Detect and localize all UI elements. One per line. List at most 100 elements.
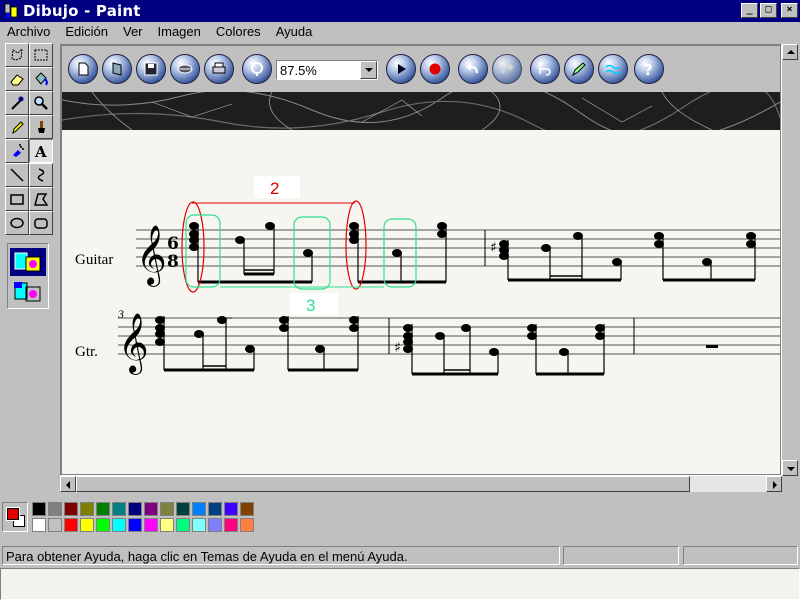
notation-icon[interactable]	[530, 54, 560, 84]
menu-ver[interactable]: Ver	[116, 22, 151, 42]
scroll-right-button[interactable]	[766, 476, 782, 492]
play-icon[interactable]	[386, 54, 416, 84]
svg-text:♯: ♯	[394, 340, 401, 356]
color-swatch[interactable]	[208, 518, 222, 532]
color-swatch[interactable]	[80, 502, 94, 516]
tuner-icon[interactable]	[242, 54, 272, 84]
time-sig-bottom: 8	[167, 252, 179, 272]
brush-icon[interactable]	[29, 115, 53, 139]
minimize-button[interactable]: _	[741, 3, 758, 18]
vertical-scrollbar[interactable]	[782, 44, 798, 476]
polygon-icon[interactable]	[29, 187, 53, 211]
chevron-down-icon[interactable]	[360, 61, 377, 79]
record-icon[interactable]	[420, 54, 450, 84]
color-swatch[interactable]	[224, 518, 238, 532]
measure-number: 3	[117, 307, 124, 321]
waves-icon[interactable]	[598, 54, 628, 84]
airbrush-icon[interactable]	[5, 139, 29, 163]
scroll-track[interactable]	[690, 476, 766, 492]
color-swatch[interactable]	[64, 502, 78, 516]
bottom-panel	[0, 568, 800, 600]
color-swatch[interactable]	[160, 518, 174, 532]
current-colors[interactable]	[2, 502, 28, 532]
score-svg: 𝄞 𝄞 6 8 Guitar Gtr. 3 ♯ ♯ 2 3	[75, 176, 780, 376]
color-swatch[interactable]	[96, 502, 110, 516]
color-swatch[interactable]	[208, 502, 222, 516]
print-icon[interactable]	[170, 54, 200, 84]
zoom-select[interactable]: 87.5%	[276, 60, 378, 80]
color-swatch[interactable]	[240, 502, 254, 516]
color-swatch[interactable]	[112, 518, 126, 532]
text-icon[interactable]: A	[29, 139, 53, 163]
help-icon[interactable]: ?	[634, 54, 664, 84]
color-swatch[interactable]	[32, 518, 46, 532]
color-swatch[interactable]	[176, 502, 190, 516]
rect-select-icon[interactable]	[29, 43, 53, 67]
scroll-left-button[interactable]	[60, 476, 76, 492]
color-swatch[interactable]	[144, 518, 158, 532]
print-preview-icon[interactable]	[204, 54, 234, 84]
rectangle-icon[interactable]	[5, 187, 29, 211]
scroll-thumb[interactable]	[76, 476, 690, 492]
free-select-icon[interactable]	[5, 43, 29, 67]
menu-edicion[interactable]: Edición	[58, 22, 116, 42]
undo-icon[interactable]	[458, 54, 488, 84]
eraser-icon[interactable]	[5, 67, 29, 91]
color-palette	[0, 500, 800, 540]
status-bar: Para obtener Ayuda, haga clic en Temas d…	[0, 544, 800, 566]
pencil-icon[interactable]	[5, 115, 29, 139]
maximize-button[interactable]: □	[760, 3, 777, 18]
color-swatch[interactable]	[192, 502, 206, 516]
status-cell-size	[683, 546, 798, 565]
paint-app-icon[interactable]	[3, 3, 19, 19]
treble-clef-icon: 𝄞	[136, 225, 167, 287]
color-swatch[interactable]	[80, 518, 94, 532]
color-picker-icon[interactable]	[5, 91, 29, 115]
svg-text:A: A	[34, 143, 47, 159]
scroll-down-button[interactable]	[782, 460, 798, 476]
music-score[interactable]: 𝄞 𝄞 6 8 Guitar Gtr. 3 ♯ ♯ 2 3	[62, 130, 780, 474]
color-swatch[interactable]	[112, 502, 126, 516]
fill-bucket-icon[interactable]	[29, 67, 53, 91]
color-swatch[interactable]	[128, 518, 142, 532]
menu-imagen[interactable]: Imagen	[151, 22, 209, 42]
horizontal-scrollbar[interactable]	[60, 476, 782, 492]
rounded-rect-icon[interactable]	[29, 211, 53, 235]
opaque-option-icon[interactable]	[10, 248, 46, 276]
color-swatch[interactable]	[240, 518, 254, 532]
ellipse-icon[interactable]	[5, 211, 29, 235]
menu-archivo[interactable]: Archivo	[0, 22, 58, 42]
open-icon[interactable]	[102, 54, 132, 84]
color-swatch[interactable]	[144, 502, 158, 516]
color-swatch[interactable]	[192, 518, 206, 532]
status-cell-position	[563, 546, 679, 565]
menu-colores[interactable]: Colores	[209, 22, 269, 42]
annotation-label-green: 3	[306, 296, 315, 315]
magnifier-icon[interactable]	[29, 91, 53, 115]
new-document-icon[interactable]	[68, 54, 98, 84]
color-swatch[interactable]	[48, 518, 62, 532]
color-swatch[interactable]	[176, 518, 190, 532]
save-icon[interactable]	[136, 54, 166, 84]
marble-banner	[62, 92, 780, 130]
status-text: Para obtener Ayuda, haga clic en Temas d…	[2, 546, 560, 565]
score-toolbar: 87.5% ?	[62, 46, 780, 92]
title-bar: Dibujo - Paint _ □ ×	[0, 0, 800, 22]
curve-icon[interactable]	[29, 163, 53, 187]
color-swatch[interactable]	[96, 518, 110, 532]
instrument-name-gtr: Gtr.	[75, 344, 98, 360]
redo-icon[interactable]	[492, 54, 522, 84]
scroll-up-button[interactable]	[782, 44, 798, 60]
menu-ayuda[interactable]: Ayuda	[269, 22, 321, 42]
line-icon[interactable]	[5, 163, 29, 187]
color-swatch[interactable]	[224, 502, 238, 516]
color-swatch[interactable]	[128, 502, 142, 516]
color-swatch[interactable]	[160, 502, 174, 516]
color-swatch[interactable]	[32, 502, 46, 516]
color-swatch[interactable]	[64, 518, 78, 532]
close-button[interactable]: ×	[781, 3, 798, 18]
transparent-option-icon[interactable]	[10, 278, 46, 306]
pencil-edit-icon[interactable]	[564, 54, 594, 84]
time-sig-top: 6	[167, 234, 179, 254]
color-swatch[interactable]	[48, 502, 62, 516]
